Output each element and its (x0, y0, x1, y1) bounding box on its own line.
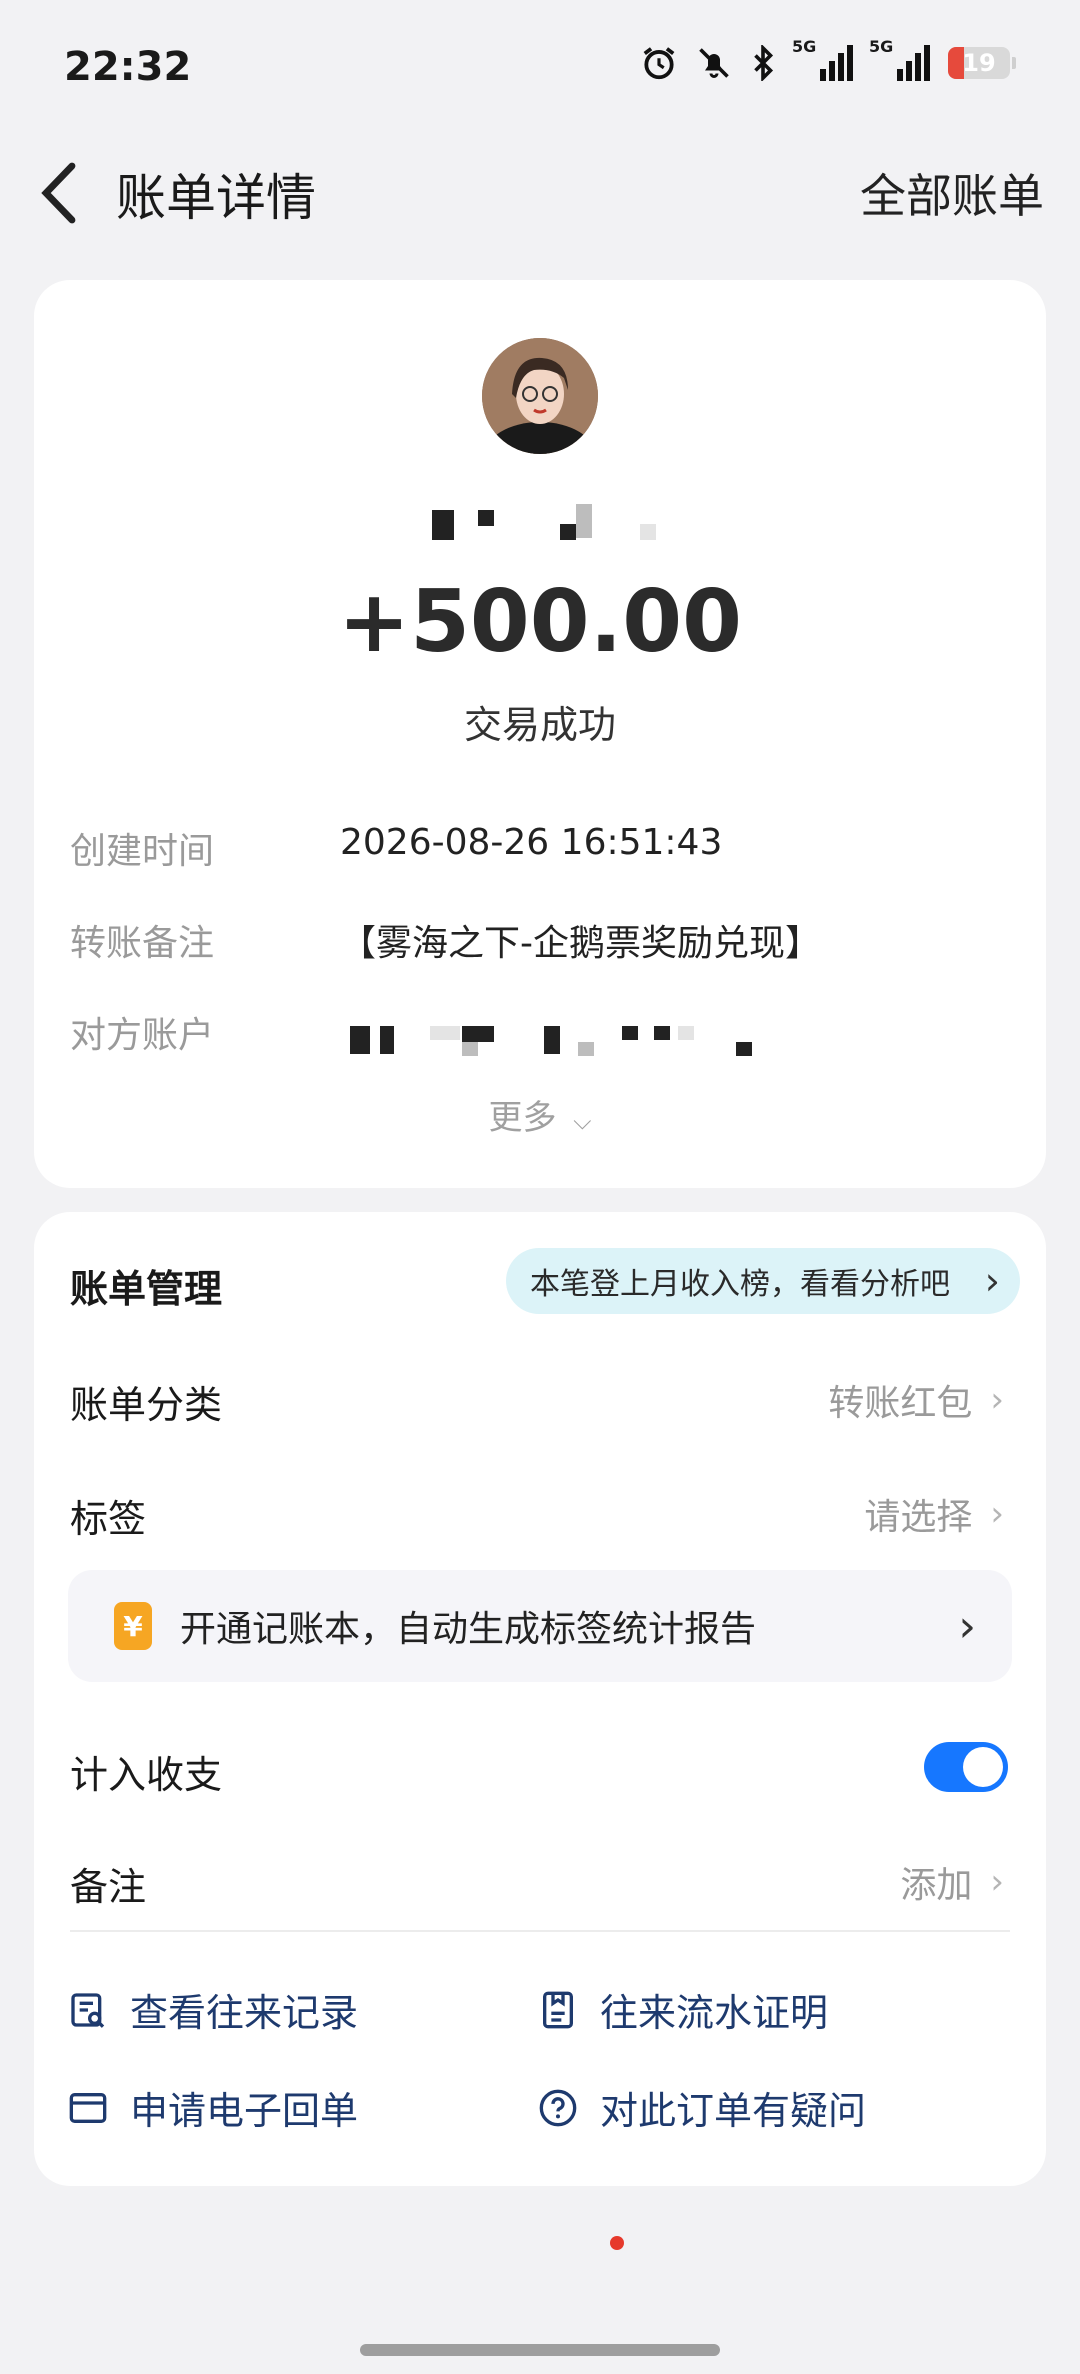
statement-proof-label: 往来流水证明 (600, 1991, 829, 2035)
bill-category-label: 账单分类 (70, 1383, 223, 1427)
counterparty-account-label: 对方账户 (70, 1015, 215, 1056)
order-question-button[interactable]: 对此订单有疑问 (538, 2080, 866, 2135)
bill-management-card (34, 1212, 1046, 2186)
chevron-down-icon: ⌵ (573, 1107, 592, 1135)
tag-selector[interactable]: 请选择 › (864, 1488, 1004, 1540)
signal-icon: 5G (792, 37, 853, 81)
envelope-icon (69, 2092, 107, 2123)
e-receipt-label: 申请电子回单 (130, 2089, 359, 2133)
signal-icon: 5G (869, 37, 930, 81)
transaction-status: 交易成功 (463, 703, 616, 747)
transfer-note-label: 转账备注 (70, 923, 215, 964)
question-circle-icon (539, 2089, 577, 2126)
bill-category-value: 转账红包 (828, 1383, 973, 1424)
tag-label: 标签 (70, 1497, 147, 1541)
alarm-icon (643, 47, 675, 80)
promo-text: 开通记账本，自动生成标签统计报告 (180, 1609, 757, 1650)
note-add-button[interactable]: 添加 › (900, 1856, 1004, 1908)
battery-icon: 19 (948, 47, 1016, 79)
note-value: 添加 (900, 1865, 973, 1906)
all-bills-link[interactable]: 全部账单 (860, 160, 1044, 226)
bluetooth-icon (754, 45, 774, 81)
home-indicator[interactable] (360, 2344, 720, 2356)
bell-off-icon (699, 48, 729, 78)
view-history-label: 查看往来记录 (130, 1991, 359, 2035)
status-time: 22:32 (64, 44, 192, 90)
amount: +500.00 (338, 572, 742, 672)
more-toggle[interactable]: 更多 ⌵ (0, 1090, 1080, 1139)
created-time-label: 创建时间 (70, 831, 215, 872)
view-history-button[interactable]: 查看往来记录 (68, 1982, 358, 2037)
e-receipt-button[interactable]: 申请电子回单 (68, 2080, 358, 2135)
chevron-right-icon: › (990, 1380, 1004, 1420)
statement-proof-button[interactable]: 往来流水证明 (538, 1982, 828, 2037)
chevron-right-icon: › (990, 1494, 1004, 1534)
yen-ticket-icon: ¥ (114, 1602, 152, 1650)
bill-category-selector[interactable]: 转账红包 › (828, 1374, 1004, 1426)
divider (70, 1930, 1010, 1932)
note-label: 备注 (70, 1865, 147, 1909)
pill-label: 本笔登上月收入榜，看看分析吧 (530, 1267, 950, 1302)
transfer-note-value: 【雾海之下-企鹅票奖励兑现】 (340, 923, 821, 964)
bill-management-title: 账单管理 (70, 1267, 223, 1311)
document-icon (543, 1991, 573, 2028)
notification-dot (610, 2236, 624, 2250)
record-search-icon (71, 1992, 105, 2028)
tag-value: 请选择 (864, 1497, 973, 1538)
page-title: 账单详情 (116, 169, 316, 227)
status-icons: 5G 5G 19 (640, 37, 1016, 82)
chevron-right-icon: › (984, 1259, 1000, 1303)
created-time-value: 2026-08-26 16:51:43 (340, 822, 723, 863)
chevron-right-icon: › (958, 1600, 976, 1652)
ledger-promo-banner[interactable]: ¥ 开通记账本，自动生成标签统计报告 › (68, 1570, 1012, 1682)
include-in-budget-toggle[interactable] (924, 1742, 1008, 1792)
chevron-right-icon: › (990, 1862, 1004, 1902)
avatar[interactable] (482, 338, 598, 454)
more-label: 更多 (488, 1098, 557, 1138)
income-ranking-pill[interactable]: 本笔登上月收入榜，看看分析吧 › (506, 1248, 1020, 1314)
back-button[interactable] (36, 160, 80, 226)
order-question-label: 对此订单有疑问 (600, 2089, 867, 2133)
include-in-budget-label: 计入收支 (70, 1753, 223, 1797)
